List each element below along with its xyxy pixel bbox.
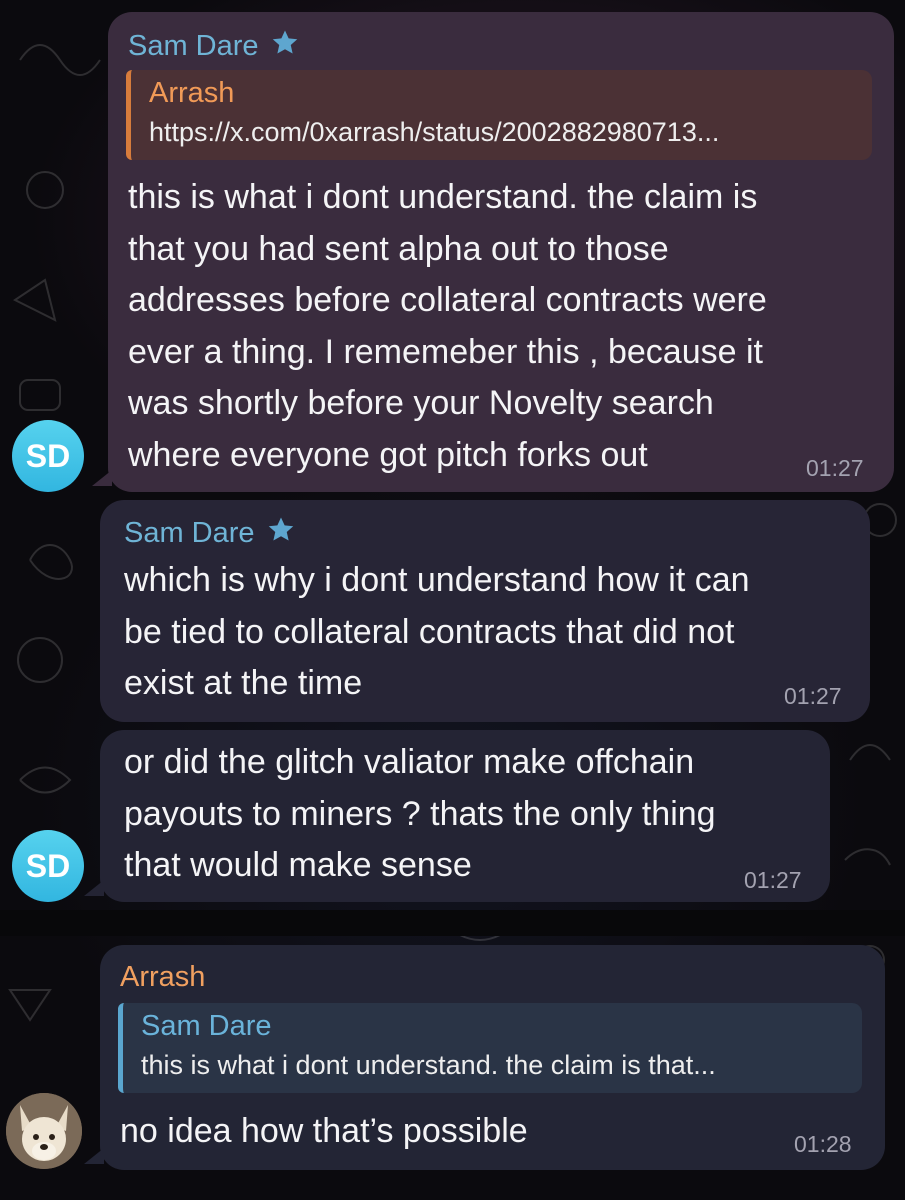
sender-name[interactable]: Sam Dare	[128, 30, 259, 62]
star-icon	[272, 30, 297, 54]
reply-sender: Sam Dare	[141, 1010, 272, 1042]
reply-text: this is what i dont understand. the clai…	[141, 1050, 716, 1080]
message-sender[interactable]: Arrash	[120, 960, 205, 994]
message-sender[interactable]: Sam Dare	[128, 28, 301, 63]
star-icon	[268, 517, 293, 541]
message-text: or did the glitch valiator make offchain…	[124, 743, 716, 884]
dog-avatar[interactable]	[6, 1093, 82, 1169]
dog-avatar-image	[6, 1093, 82, 1169]
reply-sender: Arrash	[149, 77, 235, 109]
reply-quote[interactable]: Sam Dare this is what i dont understand.…	[118, 1003, 862, 1093]
avatar[interactable]: SD	[12, 420, 84, 492]
avatar[interactable]: SD	[12, 830, 84, 902]
message-sender[interactable]: Sam Dare	[124, 515, 297, 550]
message-text: no idea how that’s possible	[120, 1112, 528, 1150]
reply-text: https://x.com/0xarrash/status/2002882980…	[149, 117, 720, 147]
bubble-tail	[84, 1148, 104, 1164]
message-time: 01:27	[744, 867, 802, 893]
bubble-tail	[92, 470, 112, 486]
message-time: 01:27	[806, 455, 864, 481]
message-text: which is why i dont understand how it ca…	[124, 561, 750, 702]
reply-quote[interactable]: Arrash https://x.com/0xarrash/status/200…	[126, 70, 872, 160]
sender-name[interactable]: Sam Dare	[124, 517, 255, 549]
bubble-tail	[84, 880, 104, 896]
message-time: 01:27	[784, 683, 842, 709]
message-time: 01:28	[794, 1131, 852, 1157]
chat-divider	[0, 910, 905, 936]
message-text: this is what i dont understand. the clai…	[128, 178, 767, 474]
